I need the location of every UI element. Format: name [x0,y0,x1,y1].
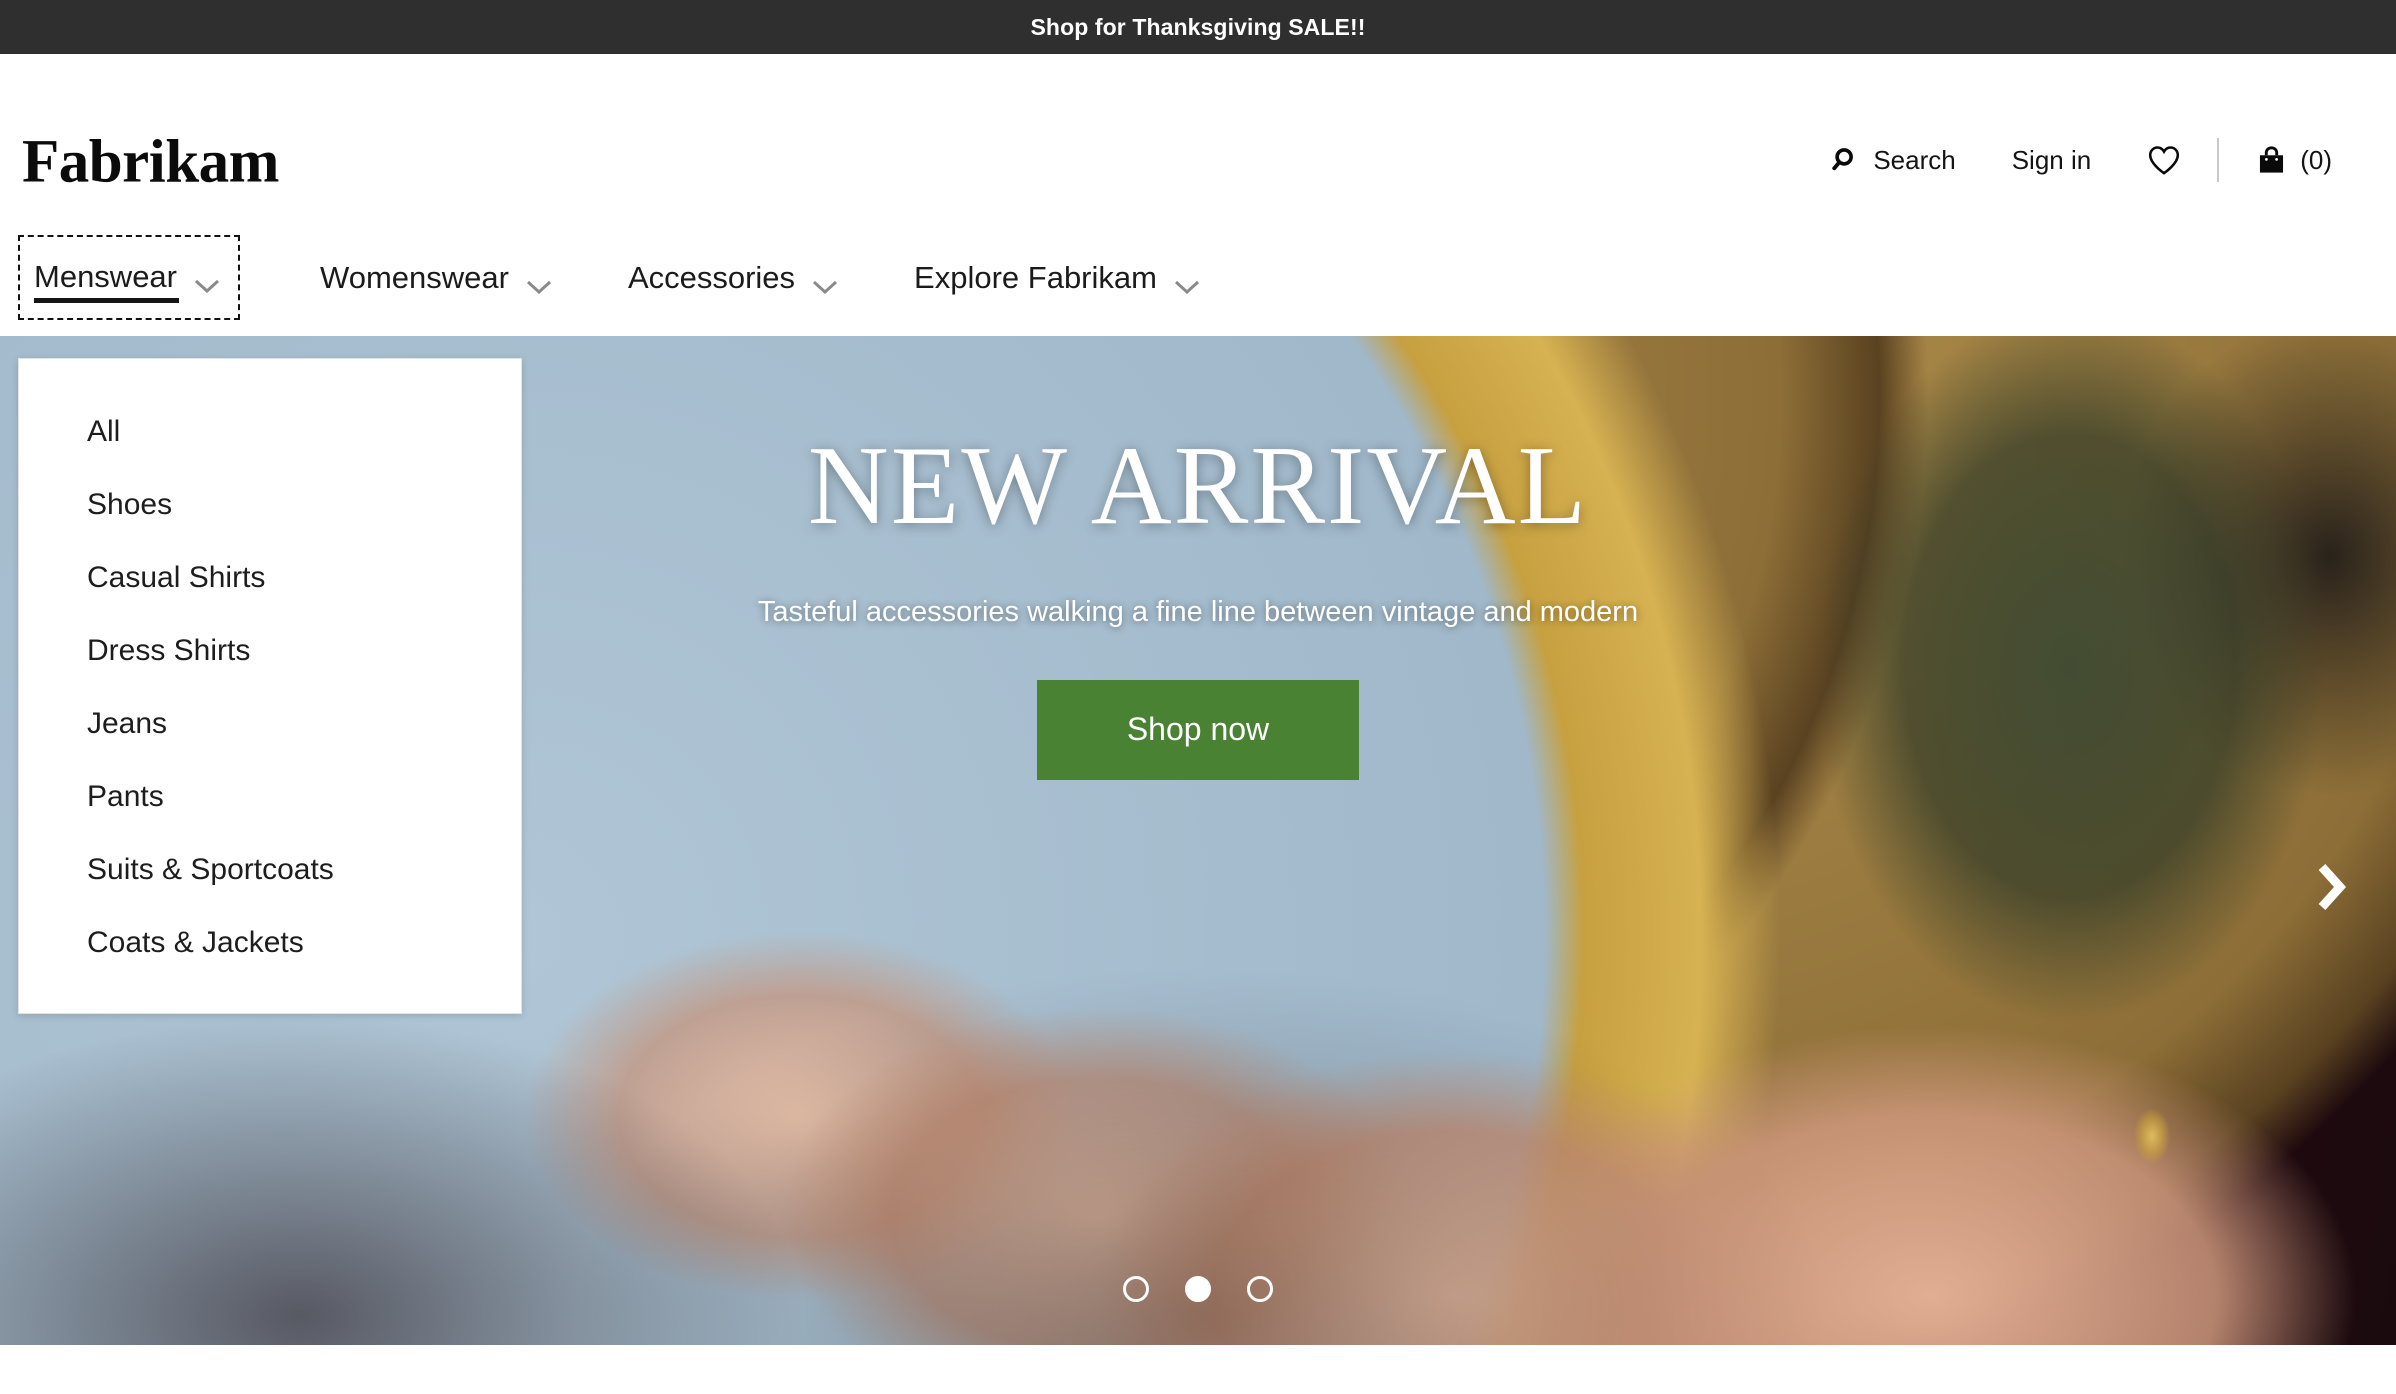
heart-icon [2147,145,2181,176]
carousel-dot-2[interactable] [1185,1276,1211,1302]
dropdown-item-pants[interactable]: Pants [19,760,521,833]
carousel-dot-3[interactable] [1247,1276,1273,1302]
site-header: Fabrikam Search Sign in (0) [0,54,2396,218]
menswear-dropdown-menu: All Shoes Casual Shirts Dress Shirts Jea… [18,358,522,1014]
header-actions: Search Sign in (0) [1803,134,2360,186]
dropdown-item-casual-shirts[interactable]: Casual Shirts [19,541,521,614]
nav-item-menswear[interactable]: Menswear [18,234,240,320]
nav-item-explore-fabrikam-label: Explore Fabrikam [914,259,1157,295]
brand-logo[interactable]: Fabrikam [22,132,279,193]
chevron-down-icon [194,268,220,294]
dropdown-item-dress-shirts[interactable]: Dress Shirts [19,614,521,687]
carousel-dots [0,1276,2396,1302]
dropdown-item-suits-sportcoats[interactable]: Suits & Sportcoats [19,833,521,906]
nav-item-accessories[interactable]: Accessories [614,234,852,321]
search-icon [1831,145,1861,175]
search-label: Search [1873,145,1956,175]
shop-now-button[interactable]: Shop now [1037,679,1359,780]
nav-item-womenswear[interactable]: Womenswear [306,234,566,321]
cart-button[interactable]: (0) [2227,140,2360,181]
dropdown-item-shoes[interactable]: Shoes [19,468,521,541]
sign-in-label: Sign in [2011,145,2092,175]
nav-item-menswear-label: Menswear [34,258,179,303]
carousel-next-button[interactable] [2304,862,2358,916]
carousel-dot-1[interactable] [1123,1276,1149,1302]
chevron-down-icon [526,269,552,295]
nav-item-explore-fabrikam[interactable]: Explore Fabrikam [900,234,1214,321]
header-divider [2217,138,2220,182]
sign-in-button[interactable]: Sign in [1984,143,2120,177]
chevron-down-icon [812,269,838,295]
nav-item-womenswear-label: Womenswear [320,259,509,295]
main-navigation: Menswear Womenswear Accessories Explore … [0,218,2396,336]
wishlist-button[interactable] [2119,141,2209,180]
dropdown-item-coats-jackets[interactable]: Coats & Jackets [19,906,521,979]
nav-item-accessories-label: Accessories [627,259,796,295]
shopping-bag-icon [2255,144,2288,177]
dropdown-item-all[interactable]: All [19,395,521,468]
promo-banner-text: Shop for Thanksgiving SALE!! [1030,13,1366,40]
search-button[interactable]: Search [1803,141,1983,179]
dropdown-item-jeans[interactable]: Jeans [19,687,521,760]
cart-count: (0) [2300,145,2332,175]
promo-banner: Shop for Thanksgiving SALE!! [0,0,2396,54]
chevron-down-icon [1174,269,1200,295]
chevron-right-icon [2314,862,2348,917]
